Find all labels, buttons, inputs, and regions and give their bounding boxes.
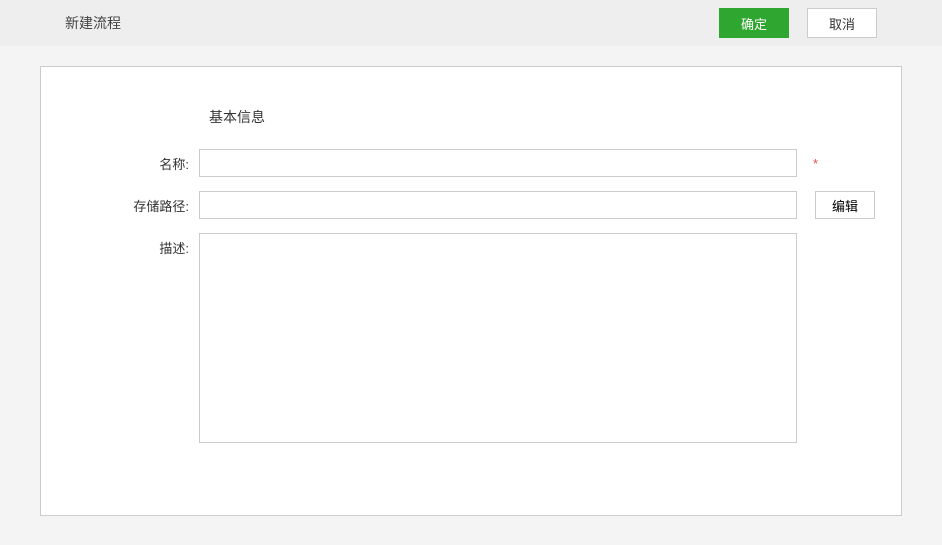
description-textarea[interactable] xyxy=(199,233,797,443)
form-row-storage-path: 存储路径: 编辑 xyxy=(81,191,841,219)
section-title: 基本信息 xyxy=(209,107,841,127)
form-row-description: 描述: xyxy=(81,233,841,443)
header-actions: 确定 取消 xyxy=(719,8,877,38)
form-row-name: 名称: * xyxy=(81,149,841,177)
storage-path-control-wrap: 编辑 xyxy=(199,191,875,219)
storage-path-label: 存储路径: xyxy=(81,191,199,215)
edit-button[interactable]: 编辑 xyxy=(815,191,875,219)
cancel-button[interactable]: 取消 xyxy=(807,8,877,38)
storage-path-input[interactable] xyxy=(199,191,797,219)
description-control-wrap xyxy=(199,233,841,443)
name-input[interactable] xyxy=(199,149,797,177)
content-wrapper: 基本信息 名称: * 存储路径: 编辑 描述: xyxy=(0,46,942,536)
header-bar: 新建流程 确定 取消 xyxy=(0,0,942,46)
page-title: 新建流程 xyxy=(65,13,121,33)
form-panel: 基本信息 名称: * 存储路径: 编辑 描述: xyxy=(40,66,902,516)
description-label: 描述: xyxy=(81,233,199,257)
confirm-button[interactable]: 确定 xyxy=(719,8,789,38)
name-control-wrap: * xyxy=(199,149,841,177)
name-label: 名称: xyxy=(81,149,199,173)
required-mark: * xyxy=(813,156,818,171)
